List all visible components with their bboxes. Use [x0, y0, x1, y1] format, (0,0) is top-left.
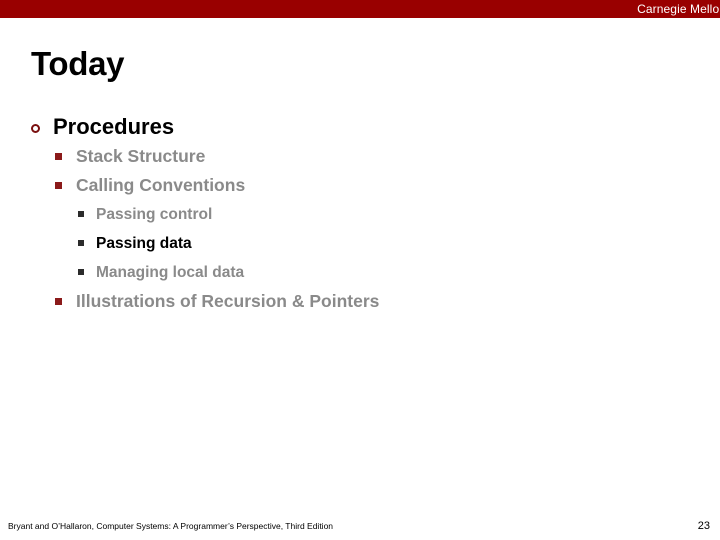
- list-item-label: Illustrations of Recursion & Pointers: [76, 291, 380, 311]
- list-item-label: Stack Structure: [76, 146, 206, 166]
- small-square-bullet-icon: [78, 264, 96, 282]
- header-bar: Carnegie Mellon: [0, 0, 720, 18]
- list-item-label: Procedures: [53, 114, 175, 139]
- small-square-bullet-icon: [78, 235, 96, 253]
- list-item-current: Passing data: [0, 229, 720, 258]
- footer-page-number: 23: [697, 520, 710, 532]
- square-bullet-icon: [55, 149, 76, 167]
- list-item: Calling Conventions: [0, 171, 720, 200]
- open-circle-bullet-icon: [31, 113, 53, 143]
- footer-citation: Bryant and O’Hallaron, Computer Systems:…: [8, 521, 334, 531]
- list-item: Procedures: [0, 112, 720, 142]
- small-square-bullet-icon: [78, 206, 96, 224]
- list-item-label: Calling Conventions: [76, 175, 246, 195]
- list-item: Illustrations of Recursion & Pointers: [0, 287, 720, 316]
- list-item: Managing local data: [0, 258, 720, 287]
- page-title: Today: [31, 45, 125, 82]
- brand-label: Carnegie Mellon: [637, 2, 720, 16]
- list-item: Passing control: [0, 200, 720, 229]
- list-item-label: Passing control: [96, 206, 213, 223]
- list-item-label: Passing data: [96, 235, 192, 252]
- square-bullet-icon: [55, 178, 76, 196]
- list-item-label: Managing local data: [96, 264, 245, 281]
- outline-list: Procedures Stack Structure Calling Conve…: [0, 112, 720, 316]
- square-bullet-icon: [55, 294, 76, 312]
- list-item: Stack Structure: [0, 142, 720, 171]
